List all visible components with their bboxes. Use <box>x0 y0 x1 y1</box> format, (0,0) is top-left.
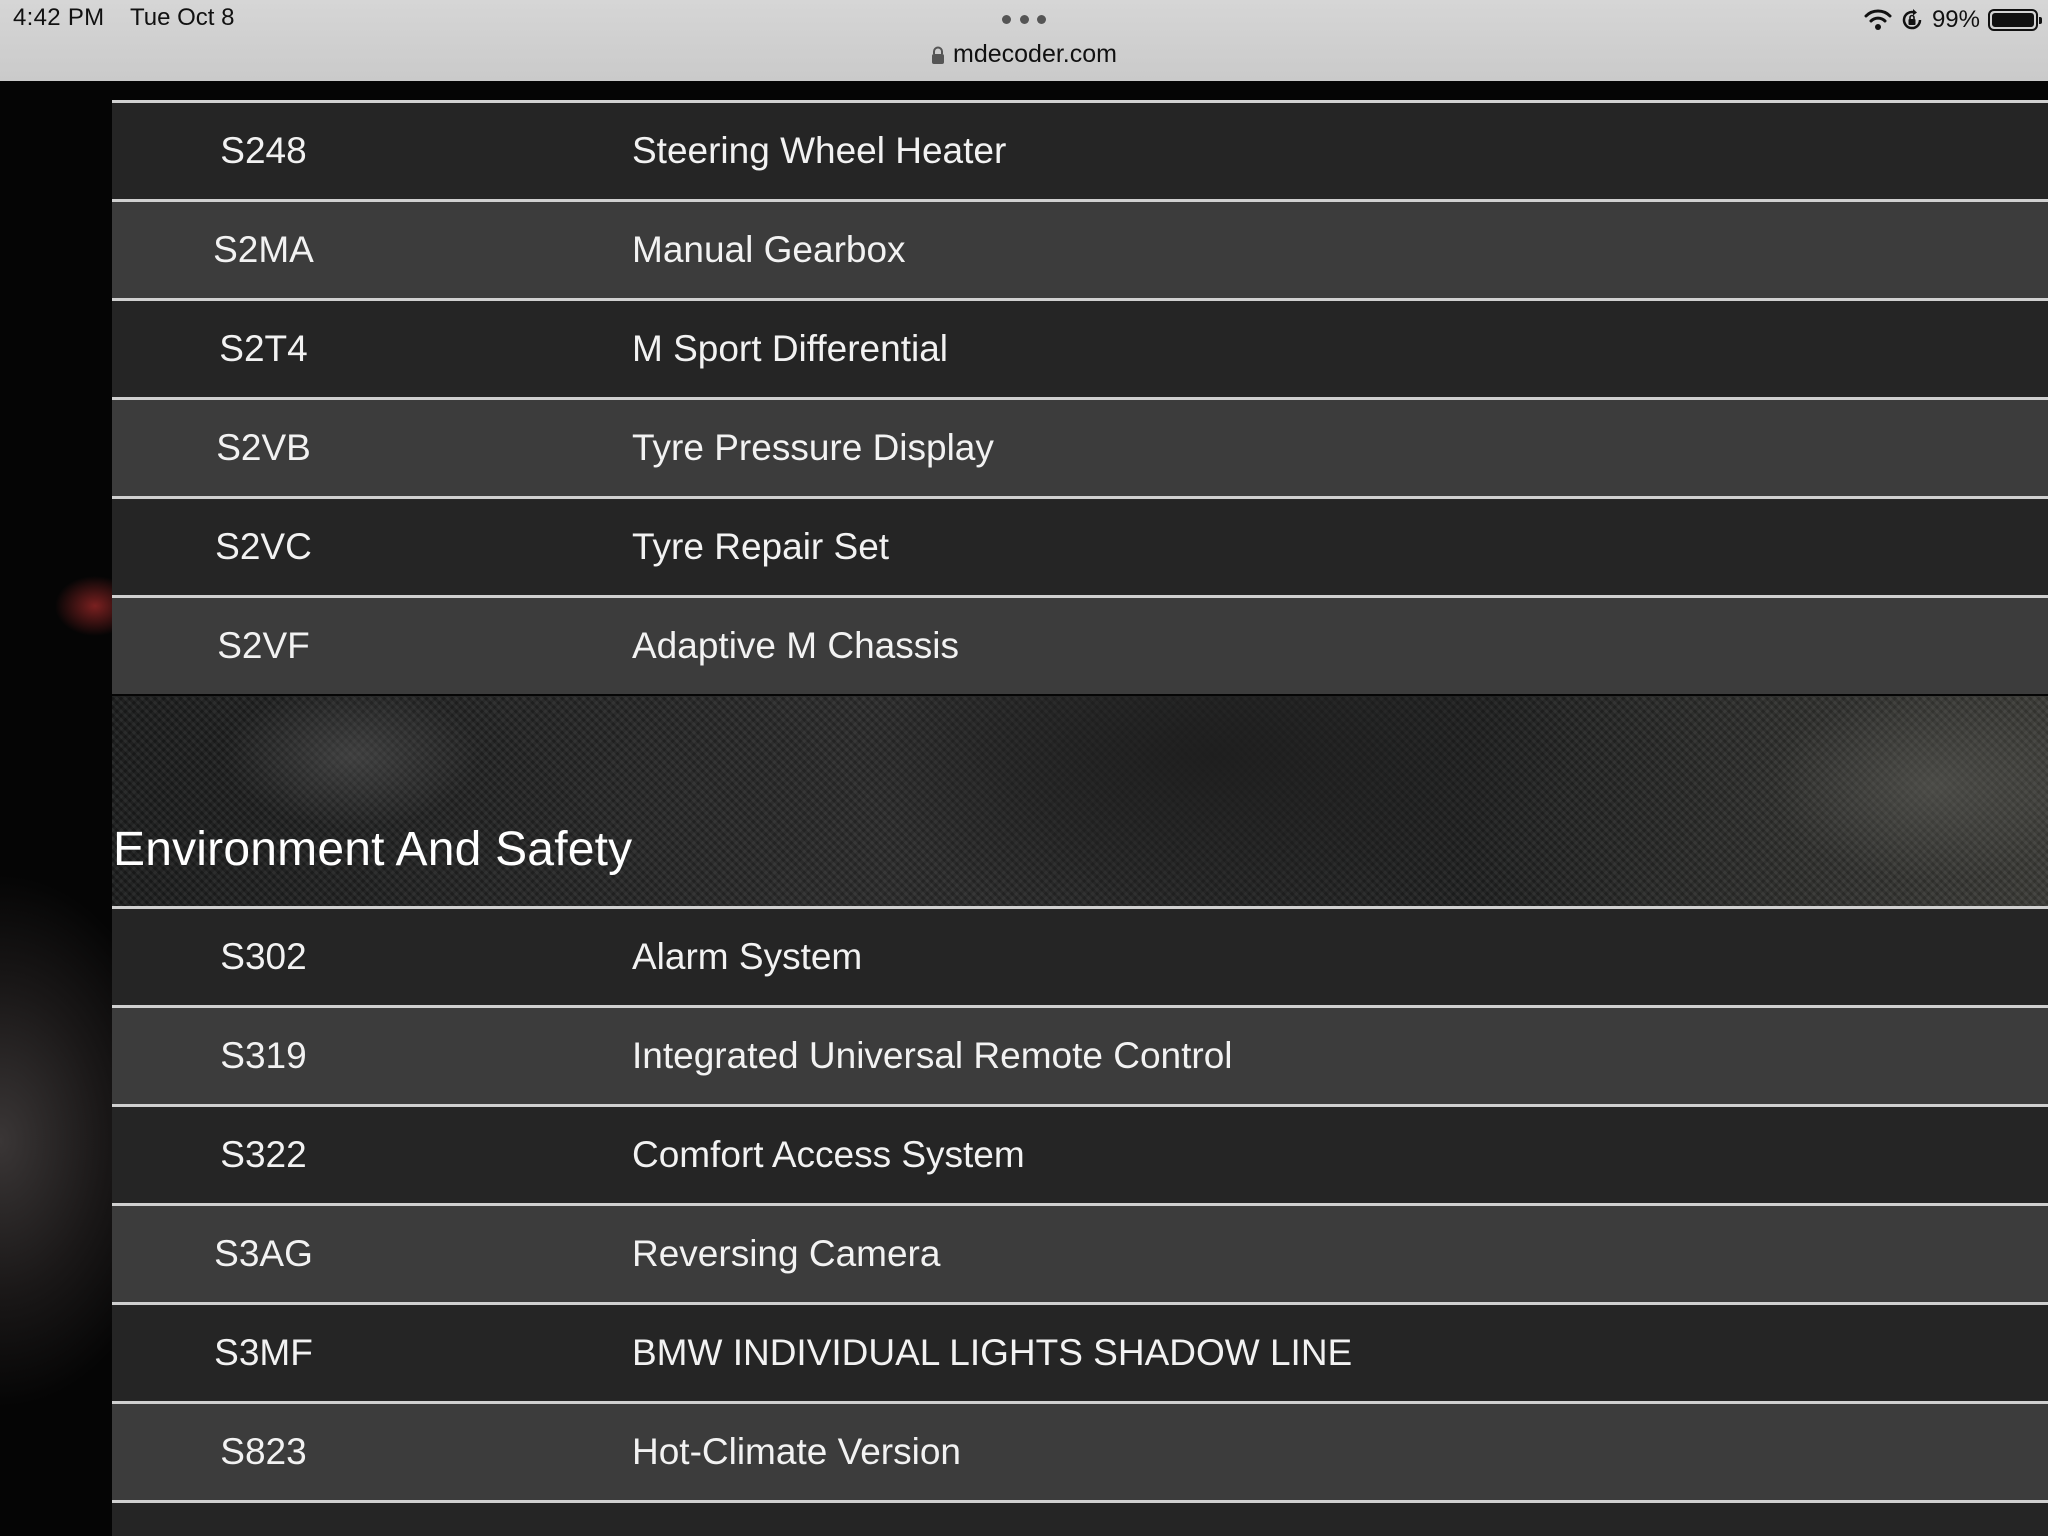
status-and-address-bar: 4:42 PM Tue Oct 8 mdecoder.com 99% <box>0 0 2048 81</box>
option-description: Steering Wheel Heater <box>632 130 1007 171</box>
wifi-icon <box>1864 9 1892 30</box>
address-bar[interactable]: mdecoder.com <box>0 40 2048 69</box>
option-description: Tyre Repair Set <box>632 526 890 567</box>
table-row: S3AG Reversing Camera <box>112 1203 2048 1302</box>
option-code: S2VB <box>216 427 311 468</box>
option-code: S319 <box>220 1035 307 1076</box>
orientation-lock-icon <box>1902 9 1922 30</box>
options-table-safety: S302 Alarm System S319 Integrated Univer… <box>112 906 2048 1500</box>
table-row-partial <box>112 1500 2048 1536</box>
option-description: Reversing Camera <box>632 1233 941 1274</box>
option-code: S248 <box>220 130 307 171</box>
option-code: S2VF <box>217 625 310 666</box>
option-code: S322 <box>220 1134 307 1175</box>
options-table-top: S248 Steering Wheel Heater S2MA Manual G… <box>112 100 2048 694</box>
option-code: S2MA <box>213 229 314 270</box>
option-code: S3MF <box>214 1332 313 1373</box>
option-description: Hot-Climate Version <box>632 1431 962 1472</box>
table-row: S2VB Tyre Pressure Display <box>112 397 2048 496</box>
status-indicators: 99% <box>1864 4 2042 36</box>
option-code: S823 <box>220 1431 307 1472</box>
table-row: S248 Steering Wheel Heater <box>112 100 2048 199</box>
table-row: S2VF Adaptive M Chassis <box>112 595 2048 694</box>
table-row: S823 Hot-Climate Version <box>112 1401 2048 1500</box>
table-row: S319 Integrated Universal Remote Control <box>112 1005 2048 1104</box>
option-code: S3AG <box>214 1233 313 1274</box>
section-heading: Environment And Safety <box>113 823 633 876</box>
option-code: S2T4 <box>219 328 308 369</box>
table-row: S302 Alarm System <box>112 906 2048 1005</box>
option-description: BMW INDIVIDUAL LIGHTS SHADOW LINE <box>632 1332 1353 1373</box>
option-description: Integrated Universal Remote Control <box>632 1035 1233 1076</box>
option-description: Comfort Access System <box>632 1134 1025 1175</box>
battery-icon <box>1988 9 2042 31</box>
option-code: S2VC <box>215 526 312 567</box>
battery-level <box>1992 13 2034 27</box>
table-row: S322 Comfort Access System <box>112 1104 2048 1203</box>
option-description: Adaptive M Chassis <box>632 625 959 666</box>
table-row: S2VC Tyre Repair Set <box>112 496 2048 595</box>
status-time: 4:42 PM <box>13 4 105 31</box>
option-description: Manual Gearbox <box>632 229 906 270</box>
battery-percent: 99% <box>1931 6 1980 33</box>
option-code: S302 <box>220 936 307 977</box>
option-description: Tyre Pressure Display <box>632 427 994 468</box>
option-description: Alarm System <box>632 936 863 977</box>
browser-window: 4:42 PM Tue Oct 8 mdecoder.com 99% S248 … <box>0 0 2048 1536</box>
multitasking-dots-icon[interactable] <box>1002 15 1046 25</box>
table-row: S2T4 M Sport Differential <box>112 298 2048 397</box>
url-text: mdecoder.com <box>953 40 1117 68</box>
table-row: S2MA Manual Gearbox <box>112 199 2048 298</box>
table-row: S3MF BMW INDIVIDUAL LIGHTS SHADOW LINE <box>112 1302 2048 1401</box>
status-date: Tue Oct 8 <box>130 4 235 31</box>
option-description: M Sport Differential <box>632 328 948 369</box>
lock-icon <box>932 46 945 64</box>
